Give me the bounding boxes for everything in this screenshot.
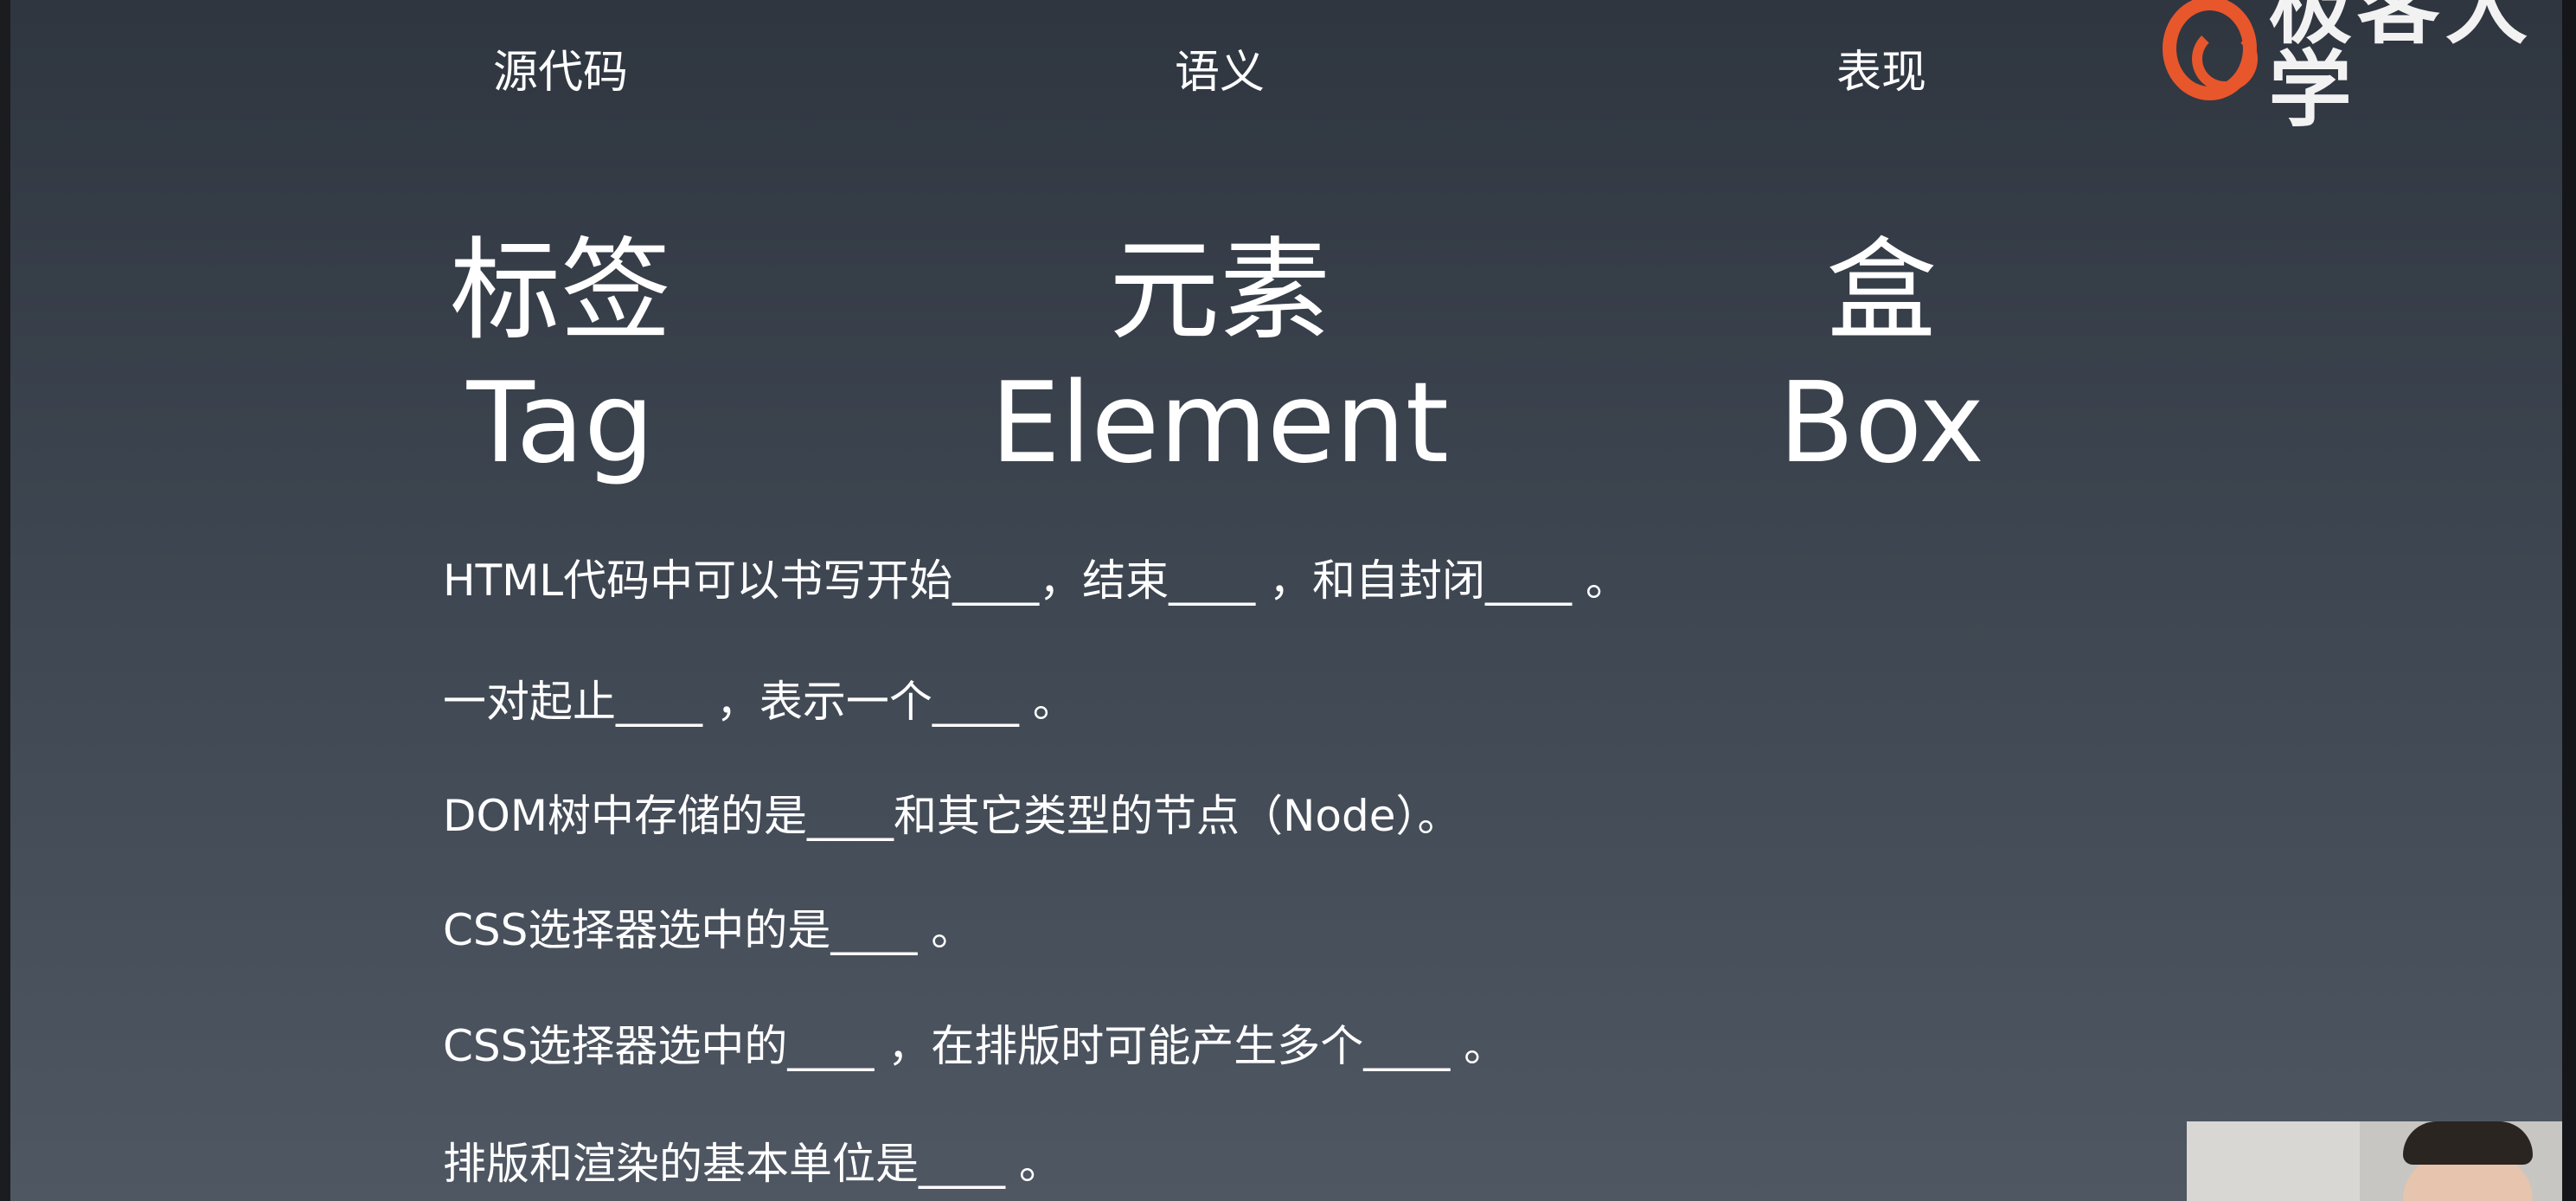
box-english-heading: Box [1778, 359, 1984, 488]
element-english-heading: Element [990, 359, 1449, 488]
presenter-hair [2403, 1121, 2533, 1165]
question-6: 排版和渲染的基本单位是____ 。 [443, 1139, 1062, 1189]
tag-chinese-heading: 标签 [449, 227, 671, 356]
right-edge-border [2562, 0, 2576, 1201]
left-edge-border [0, 0, 10, 1201]
question-5: CSS选择器选中的____ ，在排版时可能产生多个____ 。 [443, 1021, 1508, 1071]
presenter-webcam-overlay [2187, 1121, 2562, 1201]
geekbang-logo: 极客大学 [2163, 0, 2576, 132]
question-2: 一对起止____ ，表示一个____ 。 [443, 677, 1076, 727]
box-chinese-heading: 盒 [1825, 227, 1937, 356]
webcam-background [2187, 1121, 2360, 1201]
column-presentation-label: 表现 [1836, 47, 1926, 99]
column-semantic-label: 语义 [1174, 47, 1265, 99]
question-4: CSS选择器选中的是____ 。 [443, 905, 975, 955]
tag-english-heading: Tag [466, 359, 655, 488]
element-chinese-heading: 元素 [1108, 227, 1330, 356]
question-3: DOM树中存储的是____和其它类型的节点（Node）。 [443, 791, 1461, 841]
question-1: HTML代码中可以书写开始____，结束____ ，和自封闭____ 。 [443, 556, 1629, 606]
column-source-label: 源代码 [492, 47, 628, 99]
logo-text: 极客大学 [2268, 0, 2534, 138]
